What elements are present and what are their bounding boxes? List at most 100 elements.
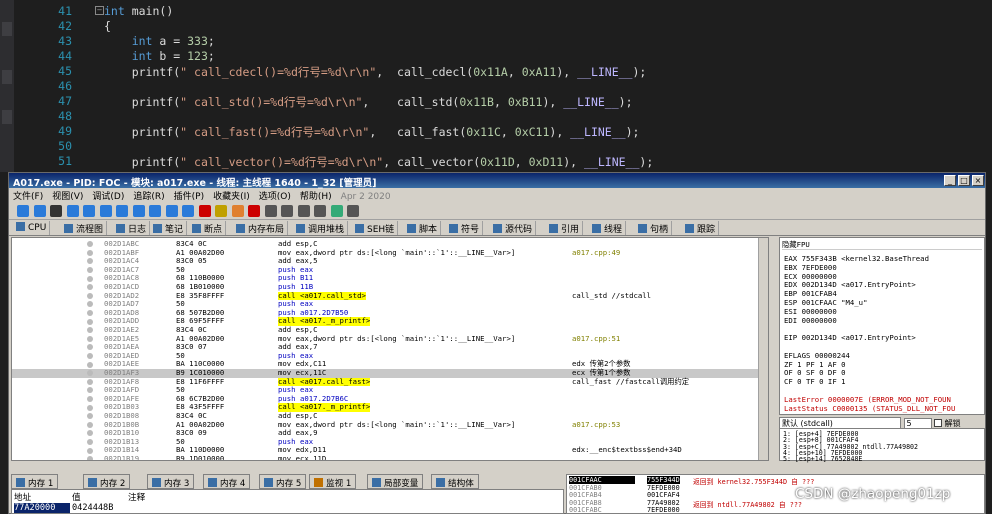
breakpoint-marker-icon[interactable] — [87, 249, 93, 256]
disassembly-view[interactable]: 002D1ABC 83C4 0C add esp,C 002D1ABF A1 00A02… — [11, 237, 769, 461]
toolbar-button-icon[interactable] — [182, 205, 194, 217]
toolbar-button-icon[interactable] — [231, 205, 244, 217]
toolbar-button-icon[interactable] — [297, 205, 310, 217]
code-line[interactable]: printf(" call_vector()=%d行号=%d\r\n", cal… — [104, 154, 654, 170]
breakpoint-marker-icon[interactable] — [87, 370, 93, 377]
unlock-checkbox[interactable] — [934, 419, 943, 427]
toolbar-button-icon[interactable] — [17, 205, 29, 217]
toolbar-button-icon[interactable] — [66, 205, 79, 217]
register-line[interactable]: LastStatus C0000135 (STATUS_DLL_NOT_FOU — [784, 404, 955, 413]
code-line[interactable]: int a = 333; — [104, 34, 215, 48]
register-line[interactable]: EDI 00000000 — [784, 316, 837, 325]
menu-item[interactable]: 追踪(R) — [133, 192, 164, 202]
register-line[interactable]: EBP 001CFAB4 — [784, 289, 837, 298]
bottom-tab-3[interactable]: 内存 4 — [203, 474, 251, 489]
breakpoint-marker-icon[interactable] — [87, 275, 93, 282]
breakpoint-marker-icon[interactable] — [87, 258, 93, 265]
menu-item[interactable]: 帮助(H) — [300, 192, 332, 202]
close-button[interactable]: × — [972, 175, 984, 186]
bottom-tab-1[interactable]: 内存 2 — [83, 474, 131, 489]
breakpoint-marker-icon[interactable] — [87, 421, 93, 428]
register-line[interactable]: EDX 002D134D <a017.EntryPoint> — [784, 280, 916, 289]
disasm-row[interactable]: 002D1B19 B9 1D010000 mov ecx,11D — [12, 454, 768, 460]
breakpoint-marker-icon[interactable] — [87, 396, 93, 403]
bottom-tab-4[interactable]: 内存 5 — [259, 474, 307, 489]
register-line[interactable]: CF 0 TF 0 IF 1 — [784, 377, 846, 386]
register-line[interactable]: ESI 00000000 — [784, 307, 837, 316]
register-line[interactable]: ESP 001CFAAC "M4_u" — [784, 298, 867, 307]
code-line[interactable]: int b = 123; — [104, 49, 215, 63]
toolbar-button-icon[interactable] — [149, 205, 161, 217]
toolbar-button-icon[interactable] — [347, 205, 359, 217]
tab-13[interactable]: 句柄 — [635, 221, 673, 235]
register-line[interactable]: LastError 0000007E (ERROR_MOD_NOT_FOUN — [784, 395, 951, 404]
mem-address[interactable]: 77A20000 — [14, 503, 70, 513]
minimize-button[interactable]: _ — [944, 175, 956, 186]
menu-item[interactable]: 收藏夹(I) — [213, 192, 250, 202]
register-line[interactable]: ZF 1 PF 1 AF 0 — [784, 360, 846, 369]
menu-item[interactable]: 视图(V) — [52, 192, 83, 202]
breakpoint-marker-icon[interactable] — [87, 327, 93, 334]
code-editor[interactable]: 41 int main() − 42 {43 int a = 333; 44 int b … — [0, 0, 992, 172]
tab-0[interactable]: CPU — [13, 221, 51, 235]
code-line[interactable]: printf(" call_fast()=%d行号=%d\r\n", call_… — [104, 124, 640, 140]
bottom-tab-2[interactable]: 内存 3 — [147, 474, 195, 489]
breakpoint-marker-icon[interactable] — [87, 447, 93, 454]
toolbar-button-icon[interactable] — [314, 205, 326, 217]
breakpoint-marker-icon[interactable] — [87, 439, 93, 446]
menu-item[interactable]: 选项(O) — [259, 192, 291, 202]
register-line[interactable]: EAX 755F343B <kernel32.BaseThread — [784, 254, 929, 263]
tab-8[interactable]: 脚本 — [404, 221, 442, 235]
toolbar-button-icon[interactable] — [33, 205, 46, 217]
register-line[interactable]: EBX 7EFDE000 — [784, 263, 837, 272]
collapse-toggle[interactable]: − — [95, 6, 104, 15]
tab-9[interactable]: 符号 — [446, 221, 484, 235]
breakpoint-marker-icon[interactable] — [87, 387, 93, 394]
tab-5[interactable]: 内存布局 — [233, 221, 289, 235]
tab-2[interactable]: 日志 — [113, 221, 151, 235]
register-line[interactable]: OF 0 SF 0 DF 0 — [784, 368, 846, 377]
tab-12[interactable]: 线程 — [589, 221, 627, 235]
menu-item[interactable]: 插件(P) — [174, 192, 204, 202]
toolbar-button-icon[interactable] — [281, 205, 293, 217]
bottom-tab-7[interactable]: 结构体 — [431, 474, 479, 489]
code-line[interactable]: printf(" call_std()=%d行号=%d\r\n", call_s… — [104, 94, 633, 110]
tab-11[interactable]: 引用 — [546, 221, 584, 235]
toolbar-button-icon[interactable] — [165, 205, 178, 217]
breakpoint-marker-icon[interactable] — [87, 404, 93, 411]
breakpoint-marker-icon[interactable] — [87, 456, 93, 460]
toolbar-button-icon[interactable] — [198, 205, 211, 217]
tab-10[interactable]: 源代码 — [490, 221, 537, 235]
breakpoint-marker-icon[interactable] — [87, 301, 93, 308]
hide-fpu-button[interactable]: 隐藏FPU — [782, 240, 982, 250]
maximize-button[interactable]: □ — [958, 175, 970, 186]
breakpoint-marker-icon[interactable] — [87, 413, 93, 420]
toolbar-button-icon[interactable] — [116, 205, 128, 217]
toolbar-button-icon[interactable] — [50, 205, 62, 217]
stack-address[interactable]: 001CFABC — [569, 506, 602, 513]
bottom-tab-5[interactable]: 监视 1 — [309, 474, 357, 489]
menu-item[interactable]: 文件(F) — [13, 192, 43, 202]
toolbar-button-icon[interactable] — [215, 205, 227, 217]
toolbar-button-icon[interactable] — [99, 205, 112, 217]
breakpoint-marker-icon[interactable] — [87, 361, 93, 368]
code-line[interactable]: int main() — [104, 4, 173, 18]
breakpoint-marker-icon[interactable] — [87, 292, 93, 299]
toolbar-button-icon[interactable] — [330, 205, 343, 217]
toolbar-button-icon[interactable] — [264, 205, 277, 217]
tab-6[interactable]: 调用堆栈 — [293, 221, 349, 235]
toolbar-button-icon[interactable] — [248, 205, 260, 217]
breakpoint-marker-icon[interactable] — [87, 318, 93, 325]
breakpoint-marker-icon[interactable] — [87, 353, 93, 360]
bottom-tab-0[interactable]: 内存 1 — [11, 474, 59, 489]
register-line[interactable]: EFLAGS 00000244 — [784, 351, 850, 360]
tab-3[interactable]: 笔记 — [150, 221, 188, 235]
code-line[interactable]: { — [104, 19, 111, 33]
breakpoint-marker-icon[interactable] — [87, 378, 93, 385]
register-line[interactable]: EIP 002D134D <a017.EntryPoint> — [784, 333, 916, 342]
toolbar-button-icon[interactable] — [83, 205, 95, 217]
menu-item[interactable]: 调试(D) — [92, 192, 124, 202]
breakpoint-marker-icon[interactable] — [87, 267, 93, 274]
memory-dump[interactable]: 地址 值 注释 77A20000 0424448B — [11, 489, 564, 514]
bottom-tab-6[interactable]: 局部变量 — [367, 474, 424, 489]
